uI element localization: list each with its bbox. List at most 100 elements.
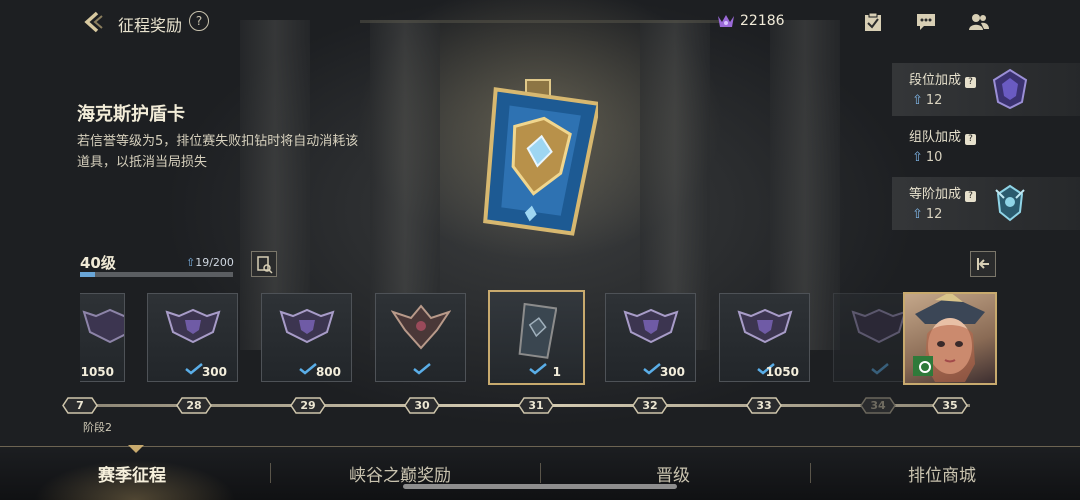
claimed-check-icon [529,363,547,375]
track-node: 28 [176,397,212,414]
currency-display: 22186 [716,13,785,29]
track-node: 29 [290,397,326,414]
task-checklist-icon[interactable] [862,12,884,32]
track-node-label: 32 [642,399,658,412]
track-node-label: 31 [528,399,544,412]
bonus-tier-help-button[interactable]: ? [965,191,977,202]
reward-amount: 300 [659,365,685,379]
bonus-tier-title: 等阶加成? [909,183,977,202]
bonus-team-title: 组队加成? [909,126,977,145]
track-node-label: 34 [870,399,886,412]
reward-card[interactable]: 800 [261,293,352,382]
rank-crest-icon [164,308,221,344]
winged-emblem-icon [390,304,451,350]
reward-amount: 1 [552,365,561,379]
currency-crown-icon [718,15,734,27]
track-node: 34 [860,397,896,414]
track-node-label: 35 [942,399,958,412]
champion-portrait-icon [913,294,985,382]
item-description: 若信誉等级为5，排位赛失败扣钻时将自动消耗该道具，以抵消当局损失 [77,134,359,170]
rank-crest-icon [82,308,124,344]
bonus-rank-title: 段位加成? [909,69,977,88]
rank-crest-icon [850,308,907,344]
track-node: 33 [746,397,782,414]
bonus-rank-label: 段位加成 [909,73,962,88]
jump-to-start-button[interactable] [970,251,996,277]
exp-progress-bar [80,272,233,277]
reward-card[interactable] [375,293,466,382]
arrow-up-icon: ⇧ [186,256,196,269]
bonus-tier-value-row: ⇧ 12 [912,207,942,222]
bonus-tier-label: 等阶加成 [909,187,962,202]
reward-card[interactable]: 1050 [719,293,810,382]
track-node-label: 7 [76,399,84,412]
page-title: 征程奖励 [118,16,183,35]
bonus-tier[interactable]: 等阶加成? ⇧ 12 [892,177,1080,230]
top-bar: 征程奖励 ? 22186 [0,0,1080,44]
active-tab-indicator-icon [128,445,144,453]
chat-icon[interactable] [915,12,937,32]
bottom-nav: 赛季征程 峡谷之巅奖励 晋级 排位商城 [0,445,1080,500]
help-button[interactable]: ? [189,11,209,31]
exp-value: 19/200 [195,256,234,269]
track-node: 35 [932,397,968,414]
bonus-team-value-row: ⇧ 10 [912,150,942,165]
reward-card[interactable]: 300 [147,293,238,382]
stage-label: 阶段2 [83,421,112,434]
exp-text: ⇧19/200 [186,256,234,269]
tab-promotion[interactable]: 晋级 [656,461,690,486]
tab-separator [270,463,271,483]
reward-card-selected[interactable]: 1 [488,290,585,385]
currency-value: 22186 [740,13,785,29]
rank-crest-icon [278,308,335,344]
friends-icon[interactable] [968,12,990,32]
hextech-shield-card-icon [483,79,598,236]
arrow-up-icon: ⇧ [912,93,923,108]
arrow-left-bar-icon [977,258,989,270]
tab-season-journey[interactable]: 赛季征程 [98,461,166,486]
bonus-rank-help-button[interactable]: ? [965,77,977,88]
track-node: 7 [62,397,98,414]
claimed-check-icon [871,363,889,375]
rank-crest-icon [736,308,793,344]
bonus-rank-value-row: ⇧ 12 [912,93,942,108]
exp-progress-fill [80,272,95,277]
item-name: 海克斯护盾卡 [77,104,185,125]
reward-card-champion-portrait[interactable] [903,292,997,385]
tab-ranked-shop[interactable]: 排位商城 [908,461,976,486]
track-node-label: 28 [186,399,202,412]
reward-preview-button[interactable] [251,251,277,277]
reward-amount: 1050 [765,365,799,379]
bonus-team-label: 组队加成 [909,130,962,145]
bonus-rank-value: 12 [925,93,943,108]
bonus-team-help-button[interactable]: ? [965,134,977,145]
reward-amount: 800 [315,365,341,379]
track-node: 31 [518,397,554,414]
tab-summit-rewards[interactable]: 峡谷之巅奖励 [349,461,451,486]
track-node-label: 33 [756,399,772,412]
claimed-check-icon [413,363,431,375]
track-node: 30 [404,397,440,414]
track-node-label: 29 [300,399,316,412]
document-search-icon [257,256,273,274]
arrow-up-icon: ⇧ [912,207,923,222]
reward-amount: 300 [201,365,227,379]
tab-separator [810,463,811,483]
reward-card[interactable]: 1050 [80,293,125,382]
level-label: 40级 [80,254,116,272]
bonus-tier-value: 12 [925,207,943,222]
back-arrow-icon[interactable] [82,10,106,34]
shield-card-icon [518,302,557,359]
bonus-team-value: 10 [925,150,943,165]
home-indicator [403,484,677,489]
reward-amount: 1050 [80,365,114,379]
tier-emblem-icon [995,184,1025,222]
bonus-rank[interactable]: 段位加成? ⇧ 12 [892,63,1080,116]
bonus-team[interactable]: 组队加成? ⇧ 10 [892,120,1080,173]
track-node-label: 30 [414,399,430,412]
rank-crest-icon [622,308,679,344]
tab-separator [540,463,541,483]
track-node: 32 [632,397,668,414]
arrow-up-icon: ⇧ [912,150,923,165]
reward-card[interactable]: 300 [605,293,696,382]
